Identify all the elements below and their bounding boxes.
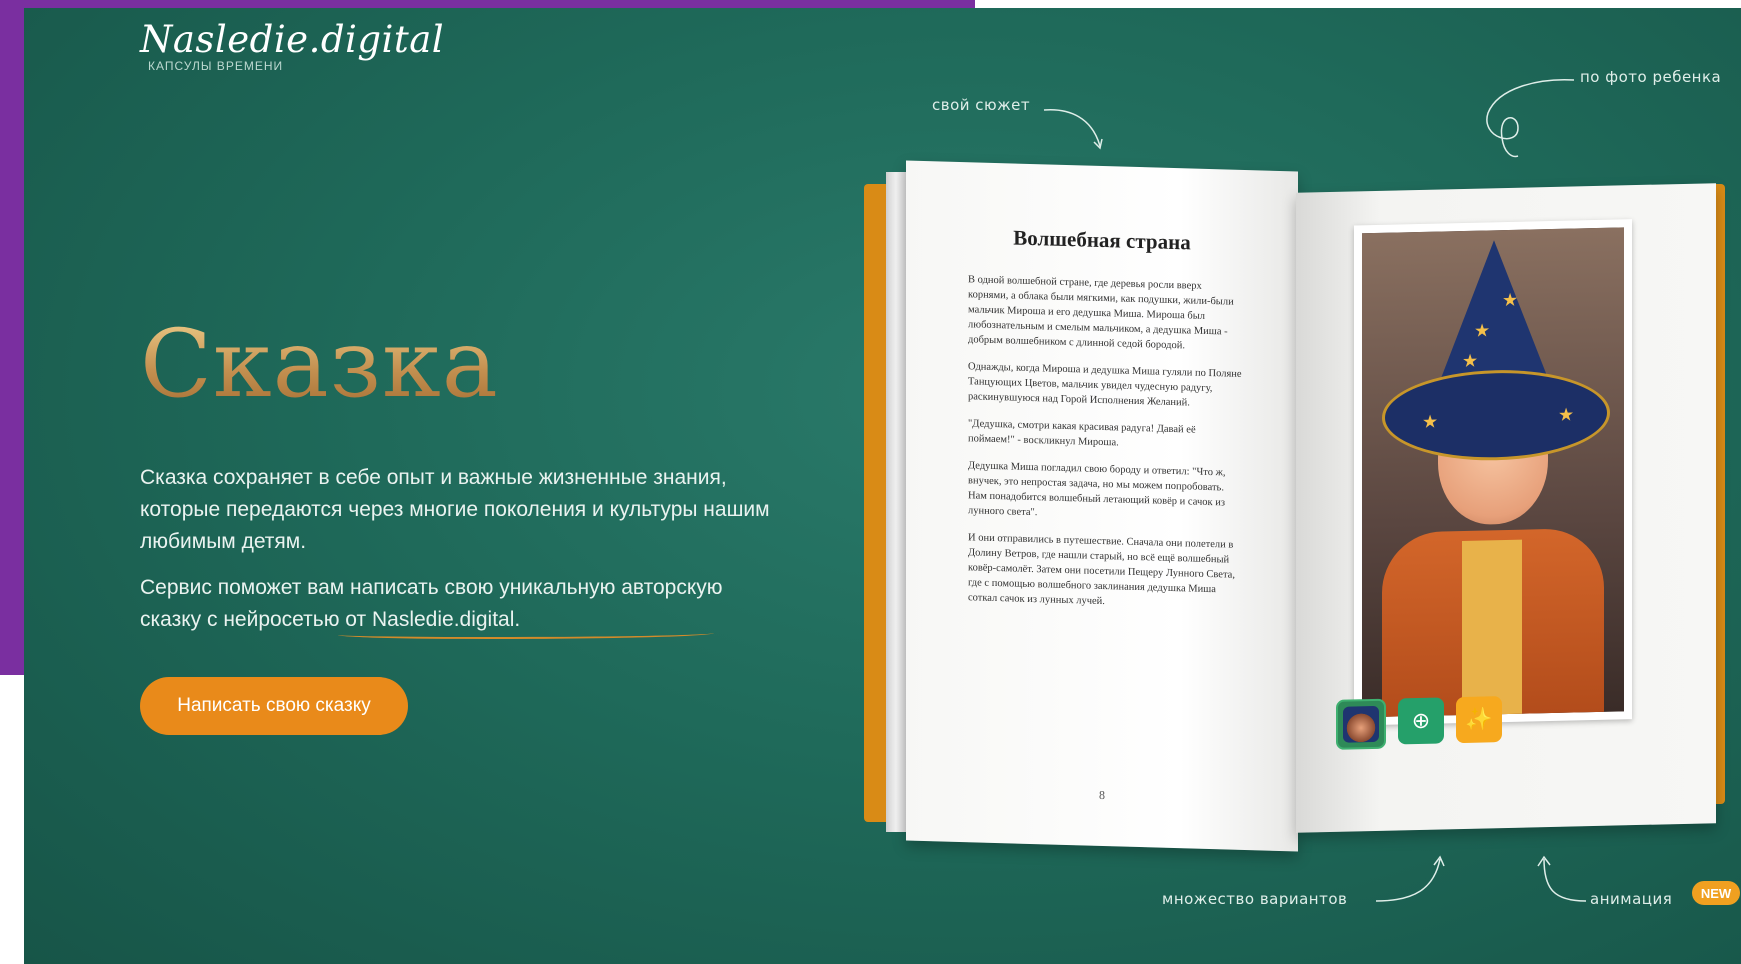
book-page-left: Волшебная страна В одной волшебной стран… [906,160,1298,852]
child-photo-frame: ★ ★ ★ ★ ★ [1354,219,1632,726]
logo-subtitle: КАПСУЛЫ ВРЕМЕНИ [148,59,284,73]
story-text: В одной волшебной стране, где деревья ро… [968,272,1244,625]
story-paragraph: В одной волшебной стране, где деревья ро… [968,274,1234,352]
page-title: Сказка [140,310,499,419]
story-title: Волшебная страна [1013,225,1191,255]
curly-arrow-icon [1486,79,1575,158]
curved-arrow-up-icon-2 [1537,855,1587,902]
book-page-right: ★ ★ ★ ★ ★ ⊕ ✨ [1296,183,1716,833]
annotation-plot: свой сюжет [932,96,1031,114]
hero-section: Nasledie.digital КАПСУЛЫ ВРЕМЕНИ Сказка … [24,8,1741,964]
hero-description: Сказка сохраняет в себе опыт и важные жи… [140,466,770,553]
add-circle-icon[interactable]: ⊕ [1398,697,1444,745]
star-icon: ★ [1462,350,1479,372]
magic-wand-icon[interactable]: ✨ [1456,696,1502,744]
purple-frame-left [0,0,24,675]
page-number: 8 [1099,787,1105,803]
star-icon: ★ [1474,320,1491,342]
site-logo[interactable]: Nasledie.digital КАПСУЛЫ ВРЕМЕНИ [140,18,444,73]
curved-arrow-icon [1043,109,1103,150]
shirt [1462,539,1522,718]
star-icon: ★ [1558,404,1575,426]
star-icon: ★ [1502,289,1519,312]
story-paragraph: "Дедушка, смотри какая красивая радуга! … [968,418,1196,449]
write-story-button[interactable]: Написать свою сказку [140,677,408,735]
child-wizard-illustration: ★ ★ ★ ★ ★ [1362,227,1624,718]
curved-arrow-up-icon [1375,855,1445,902]
new-badge: NEW [1692,881,1740,905]
open-book: Волшебная страна В одной волшебной стран… [864,158,1741,858]
annotation-variants: множество вариантов [1162,890,1348,908]
star-icon: ★ [1422,411,1439,433]
hero-description-2: Сервис поможет вам написать свою уникаль… [140,576,723,631]
story-paragraph: И они отправились в путешествие. Сначала… [968,532,1235,608]
logo-name: Nasledie.digital [140,18,445,61]
story-paragraph: Однажды, когда Мироша и дедушка Миша гул… [968,361,1242,409]
variant-thumbnails: ⊕ ✨ [1336,696,1502,750]
annotation-animation: анимация [1590,890,1673,908]
story-paragraph: Дедушка Миша погладил свою бороду и отве… [968,460,1226,519]
annotation-photo: по фото ребенка [1580,68,1722,86]
link-underline-decoration [338,629,714,639]
child-photo-thumbnail[interactable] [1336,698,1386,750]
